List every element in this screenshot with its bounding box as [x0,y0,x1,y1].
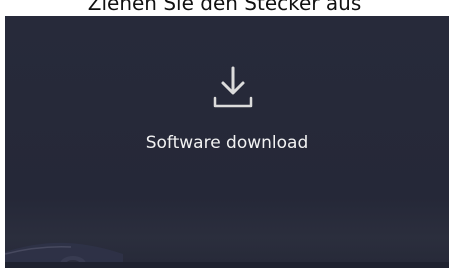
page: Ziehen Sie den Stecker aus Software down… [0,0,449,268]
infotainment-screen: Software download [5,16,449,268]
screen-caption: Ziehen Sie den Stecker aus [87,0,362,15]
download-icon [213,66,253,108]
status-text: Software download [145,133,309,153]
bottom-band [5,262,449,268]
